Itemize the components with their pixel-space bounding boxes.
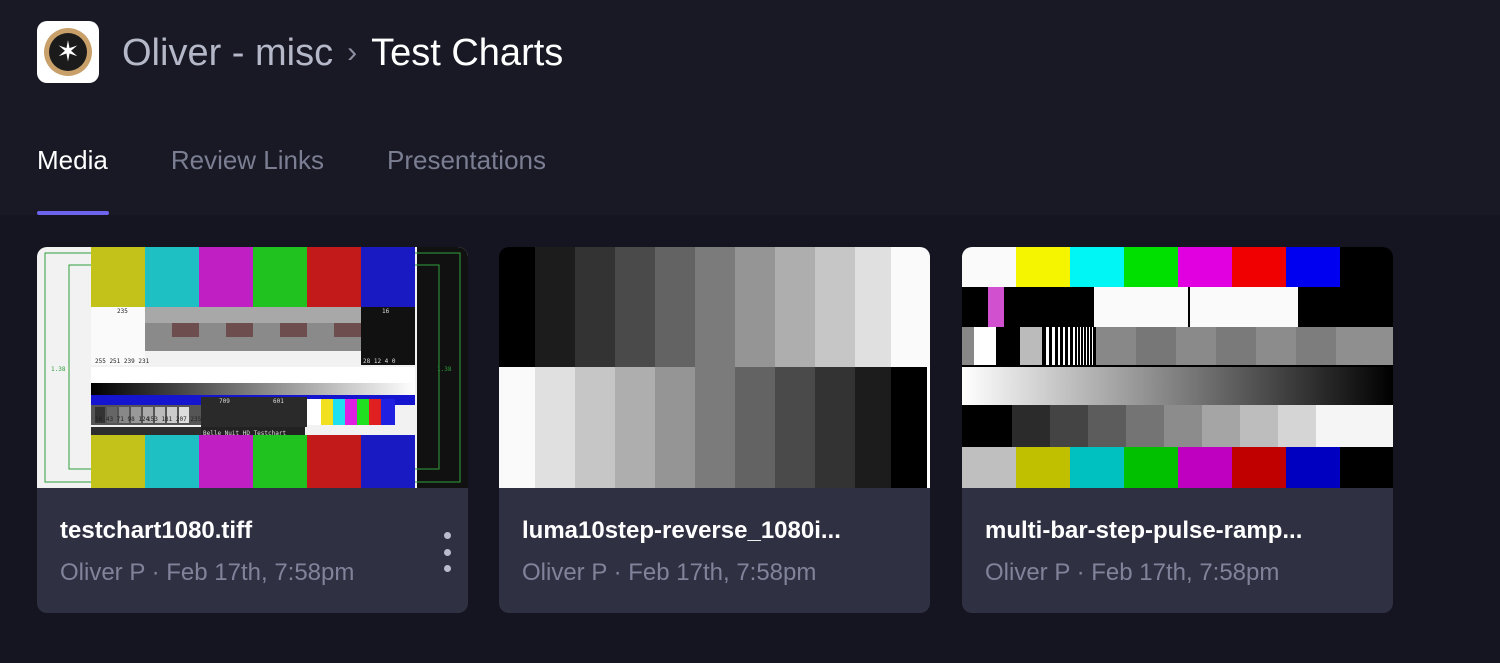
breadcrumb: Oliver - misc › Test Charts — [122, 28, 563, 78]
tc-label-top: 235 — [117, 308, 128, 315]
testchart-image: 235 255 251 239 231 16 43 71 98 124 153 … — [37, 247, 468, 488]
breadcrumb-parent[interactable]: Oliver - misc — [122, 32, 333, 75]
tc-label-left-edge: 1.38 — [51, 366, 66, 373]
card-meta: Oliver P · Feb 17th, 7:58pm — [522, 559, 817, 586]
chevron-right-icon: › — [347, 36, 358, 69]
luma-steps-image — [499, 247, 930, 488]
header: ✶ Oliver - misc › Test Charts Media Revi… — [0, 0, 1500, 215]
media-card[interactable]: 235 255 251 239 231 16 43 71 98 124 153 … — [37, 247, 468, 613]
tc-caption: Belle Nuit HD Testchart — [203, 430, 286, 437]
media-card[interactable]: multi-bar-step-pulse-ramp... Oliver P · … — [962, 247, 1393, 613]
thumbnail-multi-bar — [962, 247, 1393, 488]
tc-label-bottom-codes: 16 43 71 98 124 — [95, 416, 150, 423]
media-card[interactable]: luma10step-reverse_1080i... Oliver P · F… — [499, 247, 930, 613]
tc-label-codes: 255 251 239 231 — [95, 358, 150, 365]
tc-label-right-edge: 1.38 — [437, 366, 452, 373]
tc-label-bottom-codes-b: 153 181 207 235 — [147, 416, 202, 423]
multi-bar-image — [962, 247, 1393, 488]
card-meta: Oliver P · Feb 17th, 7:58pm — [60, 559, 355, 586]
card-title[interactable]: testchart1080.tiff — [60, 517, 440, 545]
card-meta: Oliver P · Feb 17th, 7:58pm — [985, 559, 1280, 586]
tab-presentations[interactable]: Presentations — [387, 140, 546, 215]
tc-label-top-right: 16 — [382, 308, 390, 315]
more-options-icon[interactable] — [442, 532, 452, 572]
breadcrumb-current: Test Charts — [371, 31, 564, 74]
thumbnail-testchart: 235 255 251 239 231 16 43 71 98 124 153 … — [37, 247, 468, 488]
tc-label-codes-right: 28 12 4 0 — [363, 358, 396, 365]
tab-bar: Media Review Links Presentations — [37, 140, 609, 215]
tc-label-mid-b: 601 — [273, 398, 284, 405]
project-logo[interactable]: ✶ — [37, 21, 99, 83]
card-title[interactable]: multi-bar-step-pulse-ramp... — [985, 517, 1365, 545]
tab-media[interactable]: Media — [37, 140, 109, 215]
card-title[interactable]: luma10step-reverse_1080i... — [522, 517, 902, 545]
tab-review-links[interactable]: Review Links — [171, 140, 324, 215]
tc-label-mid-a: 709 — [219, 398, 230, 405]
compass-star-icon: ✶ — [49, 33, 87, 71]
thumbnail-luma-steps — [499, 247, 930, 488]
